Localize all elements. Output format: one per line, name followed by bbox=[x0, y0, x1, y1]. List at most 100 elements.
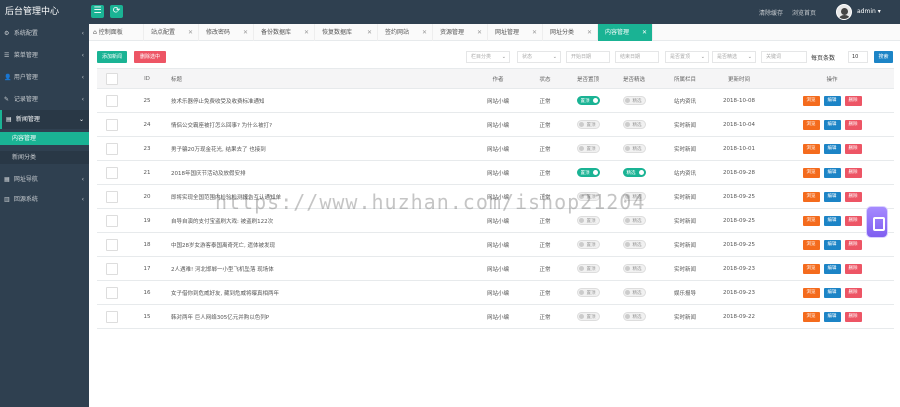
delete-button[interactable]: 删除 bbox=[844, 239, 862, 250]
view-button[interactable]: 浏览 bbox=[802, 95, 820, 106]
start-date-input[interactable]: 开始日期 bbox=[566, 51, 610, 63]
delete-button[interactable]: 删除 bbox=[844, 215, 862, 226]
menu-toggle-icon[interactable]: ☰ bbox=[91, 5, 104, 18]
tab-url-category[interactable]: 网址分类 ✕ bbox=[543, 24, 598, 41]
row-checkbox[interactable] bbox=[106, 310, 118, 323]
top-toggle[interactable]: 置顶 bbox=[576, 312, 600, 321]
close-icon[interactable]: ✕ bbox=[477, 24, 482, 41]
row-title[interactable]: 技术乐器停止免费收受及收费标准通知 bbox=[171, 89, 471, 112]
row-checkbox[interactable] bbox=[106, 118, 118, 131]
pick-toggle[interactable]: 精选 bbox=[622, 96, 646, 105]
pick-toggle[interactable]: 精选 bbox=[622, 264, 646, 273]
sidebar-item-origin-system[interactable]: ▥ 回源系统 ‹ bbox=[0, 190, 89, 209]
view-button[interactable]: 浏览 bbox=[802, 311, 820, 322]
edit-button[interactable]: 编辑 bbox=[823, 215, 841, 226]
row-checkbox[interactable] bbox=[106, 190, 118, 203]
delete-button[interactable]: 删除 bbox=[844, 119, 862, 130]
row-title[interactable]: 情侣公交霸座被打怎么回事? 为什么被打? bbox=[171, 113, 471, 136]
tab-restore-db[interactable]: 恢复数据库 ✕ bbox=[315, 24, 378, 41]
close-icon[interactable]: ✕ bbox=[422, 24, 427, 41]
row-title[interactable]: 2人遇难! 河北邯郸一小型飞机坠落 现场体 bbox=[171, 257, 471, 280]
view-button[interactable]: 浏览 bbox=[802, 143, 820, 154]
close-icon[interactable]: ✕ bbox=[304, 24, 309, 41]
tab-change-password[interactable]: 修改密码 ✕ bbox=[199, 24, 254, 41]
top-select[interactable]: 是否置顶 ⌄ bbox=[665, 51, 709, 63]
delete-button[interactable]: 删除 bbox=[844, 191, 862, 202]
view-home-link[interactable]: 浏览首页 bbox=[792, 8, 816, 17]
view-button[interactable]: 浏览 bbox=[802, 167, 820, 178]
delete-button[interactable]: 删除 bbox=[844, 263, 862, 274]
search-button[interactable]: 搜索 bbox=[874, 51, 893, 63]
edit-button[interactable]: 编辑 bbox=[823, 119, 841, 130]
view-button[interactable]: 浏览 bbox=[802, 191, 820, 202]
top-toggle[interactable]: 置顶 bbox=[576, 288, 600, 297]
row-title[interactable]: 韩对两年 巨人网络305亿元并购以色列P bbox=[171, 305, 471, 328]
edit-button[interactable]: 编辑 bbox=[823, 143, 841, 154]
select-all-checkbox[interactable] bbox=[106, 72, 118, 85]
edit-button[interactable]: 编辑 bbox=[823, 95, 841, 106]
pick-toggle[interactable]: 精选 bbox=[622, 240, 646, 249]
close-icon[interactable]: ✕ bbox=[367, 24, 372, 41]
delete-selected-button[interactable]: 删除选中 bbox=[134, 51, 166, 63]
pick-toggle[interactable]: 精选 bbox=[622, 288, 646, 297]
edit-button[interactable]: 编辑 bbox=[823, 239, 841, 250]
row-checkbox[interactable] bbox=[106, 166, 118, 179]
view-button[interactable]: 浏览 bbox=[802, 239, 820, 250]
row-title[interactable]: 男子骗20万现金花光, 结果去了 也接到 bbox=[171, 137, 471, 160]
tab-site-config[interactable]: 站点配置 ✕ bbox=[144, 24, 199, 41]
pick-toggle[interactable]: 精选 bbox=[622, 168, 646, 177]
tab-dashboard[interactable]: ⌂ 控制面板 bbox=[89, 24, 144, 41]
per-page-input[interactable]: 10 bbox=[848, 51, 868, 63]
delete-button[interactable]: 删除 bbox=[844, 143, 862, 154]
row-title[interactable]: 中国28岁女游客泰国离奇死亡, 遗体被发现 bbox=[171, 233, 471, 256]
top-toggle[interactable]: 置顶 bbox=[576, 264, 600, 273]
keyword-input[interactable]: 关键词 bbox=[761, 51, 807, 63]
tab-backup-db[interactable]: 备份数据库 ✕ bbox=[254, 24, 315, 41]
sidebar-item-menu-manage[interactable]: ☰ 菜单管理 ‹ bbox=[0, 46, 89, 65]
close-icon[interactable]: ✕ bbox=[532, 24, 537, 41]
status-select[interactable]: 状态 ⌄ bbox=[517, 51, 561, 63]
edit-button[interactable]: 编辑 bbox=[823, 167, 841, 178]
sidebar-item-news-manage[interactable]: ▤ 新闻管理 ⌄ bbox=[0, 110, 89, 129]
sidebar-item-system-config[interactable]: ⚙ 系统配置 ‹ bbox=[0, 24, 89, 43]
top-toggle[interactable]: 置顶 bbox=[576, 120, 600, 129]
view-button[interactable]: 浏览 bbox=[802, 119, 820, 130]
close-icon[interactable]: ✕ bbox=[188, 24, 193, 41]
floating-scroll-widget[interactable] bbox=[866, 206, 888, 238]
header-id[interactable]: ID bbox=[137, 69, 157, 88]
user-menu[interactable]: admin ▾ bbox=[857, 8, 881, 15]
row-checkbox[interactable] bbox=[106, 238, 118, 251]
end-date-input[interactable]: 结束日期 bbox=[615, 51, 659, 63]
delete-button[interactable]: 删除 bbox=[844, 167, 862, 178]
pick-select[interactable]: 是否精选 ⌄ bbox=[712, 51, 756, 63]
tab-resource-manage[interactable]: 资源管理 ✕ bbox=[433, 24, 488, 41]
sidebar-item-record-manage[interactable]: ✎ 记录管理 ‹ bbox=[0, 90, 89, 109]
view-button[interactable]: 浏览 bbox=[802, 215, 820, 226]
sidebar-subitem-news-category[interactable]: 新闻分类 bbox=[0, 151, 89, 164]
refresh-icon[interactable]: ⟳ bbox=[110, 5, 123, 18]
sidebar-item-user-manage[interactable]: 👤 用户管理 ‹ bbox=[0, 68, 89, 87]
row-checkbox[interactable] bbox=[106, 94, 118, 107]
top-toggle[interactable]: 置顶 bbox=[576, 168, 600, 177]
category-select[interactable]: 栏目分类 ⌄ bbox=[466, 51, 510, 63]
add-news-button[interactable]: 添加新闻 bbox=[97, 51, 127, 63]
edit-button[interactable]: 编辑 bbox=[823, 311, 841, 322]
top-toggle[interactable]: 置顶 bbox=[576, 240, 600, 249]
pick-toggle[interactable]: 精选 bbox=[622, 312, 646, 321]
close-icon[interactable]: ✕ bbox=[243, 24, 248, 41]
close-icon[interactable]: ✕ bbox=[642, 24, 647, 41]
clear-cache-link[interactable]: 清除缓存 bbox=[759, 8, 783, 17]
tab-signed-sites[interactable]: 签约网站 ✕ bbox=[378, 24, 433, 41]
view-button[interactable]: 浏览 bbox=[802, 287, 820, 298]
close-icon[interactable]: ✕ bbox=[587, 24, 592, 41]
pick-toggle[interactable]: 精选 bbox=[622, 144, 646, 153]
row-title[interactable]: 2018年国庆节活动及放假安排 bbox=[171, 161, 471, 184]
delete-button[interactable]: 删除 bbox=[844, 311, 862, 322]
row-checkbox[interactable] bbox=[106, 286, 118, 299]
tab-content-manage[interactable]: 内容管理 ✕ bbox=[598, 24, 653, 41]
edit-button[interactable]: 编辑 bbox=[823, 287, 841, 298]
edit-button[interactable]: 编辑 bbox=[823, 263, 841, 274]
top-toggle[interactable]: 置顶 bbox=[576, 96, 600, 105]
edit-button[interactable]: 编辑 bbox=[823, 191, 841, 202]
avatar[interactable] bbox=[836, 4, 852, 20]
